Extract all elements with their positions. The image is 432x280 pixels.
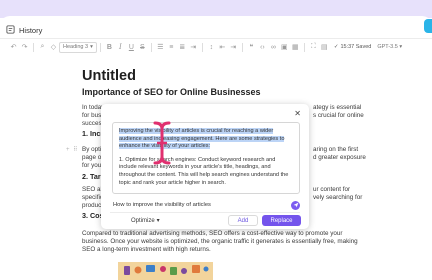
indent-more-icon[interactable]: ⇥	[228, 41, 239, 53]
bullet-list-icon[interactable]: ☰	[155, 41, 166, 53]
intro-line-right[interactable]: s crucial for online	[313, 112, 364, 120]
undo-icon[interactable]: ↶	[8, 41, 19, 53]
chevron-down-icon: ▾	[156, 218, 160, 224]
send-button[interactable]	[291, 200, 300, 210]
replace-button[interactable]: Replace	[262, 215, 301, 226]
toolbar-divider	[303, 42, 305, 52]
close-icon[interactable]: ✕	[294, 109, 301, 118]
prompt-row: How to improve the visibility of article…	[110, 200, 300, 210]
ai-result-preview[interactable]: Improving the visibility of articles is …	[112, 122, 300, 194]
format-painter-icon[interactable]: ⌕	[37, 41, 48, 53]
toolbar-divider	[150, 42, 152, 52]
result-body: 1. Optimize for search engines: Conduct …	[119, 156, 289, 186]
toolbar-divider	[99, 42, 101, 52]
outdent-icon[interactable]: ⇤	[217, 41, 228, 53]
toolbar-divider	[33, 42, 34, 52]
history-button[interactable]: History	[6, 24, 42, 36]
save-status: ✓ 15:37 Saved	[334, 44, 372, 50]
intro-line-right[interactable]: ategy is essential	[313, 104, 361, 112]
bold-icon[interactable]: B	[104, 41, 115, 53]
doc-title[interactable]: Untitled	[82, 68, 136, 84]
header-divider	[0, 38, 432, 39]
redo-icon[interactable]: ↷	[19, 41, 30, 53]
strikethrough-icon[interactable]: S	[137, 41, 148, 53]
image-icon[interactable]: ▣	[279, 41, 290, 53]
paragraph-line-right[interactable]: ur content for	[313, 186, 350, 194]
indent-icon[interactable]: ⇥	[188, 41, 199, 53]
doc-subtitle[interactable]: Importance of SEO for Online Businesses	[82, 87, 261, 97]
paragraph-line-right[interactable]: d greater exposure	[313, 154, 366, 162]
history-icon	[6, 24, 15, 36]
heading-select[interactable]: Heading 3 ▾	[59, 41, 97, 53]
send-icon	[293, 202, 298, 208]
prompt-divider	[110, 212, 300, 213]
model-select[interactable]: GPT-3.5 ▾	[377, 44, 402, 50]
paragraph-line[interactable]: Compared to traditional advertising meth…	[82, 230, 343, 238]
saved-text: 15:37 Saved	[340, 44, 372, 50]
article-image[interactable]	[118, 262, 213, 280]
prompt-input[interactable]: How to improve the visibility of article…	[110, 202, 211, 208]
paragraph-line[interactable]: business. Once your website is optimized…	[82, 238, 358, 246]
avatar-badge[interactable]	[424, 19, 432, 33]
check-icon: ✓	[333, 44, 339, 50]
italic-icon[interactable]: I	[115, 41, 126, 53]
fullscreen-icon[interactable]: ⛶	[308, 41, 319, 53]
heading-select-value: Heading 3	[63, 44, 89, 50]
optimize-label: Optimize	[131, 217, 155, 224]
toolbar-divider	[201, 42, 203, 52]
editor-toolbar: ↶ ↷ ⌕ ◇ Heading 3 ▾ B I U S ☰ ≡ ≣ ⇥ ↕ ⇤ …	[8, 40, 428, 54]
ai-assist-popup: ✕ Improving the visibility of articles i…	[101, 104, 309, 229]
code-icon[interactable]: ‹›	[257, 41, 268, 53]
export-icon[interactable]: ▤	[319, 41, 330, 53]
link-icon[interactable]: ∞	[268, 41, 279, 53]
highlighted-text: Improving the visibility of articles is …	[119, 128, 285, 150]
add-button[interactable]: Add	[228, 215, 258, 226]
clear-format-icon[interactable]: ◇	[48, 41, 59, 53]
quote-icon[interactable]: ❝	[246, 41, 257, 53]
chevron-down-icon: ▾	[399, 44, 403, 50]
paragraph-line[interactable]: SEO a long-term investment with high ret…	[82, 246, 211, 254]
numbered-list-icon[interactable]: ≡	[166, 41, 177, 53]
chevron-down-icon: ▾	[90, 44, 93, 50]
line-height-icon[interactable]: ↕	[206, 41, 217, 53]
history-label: History	[19, 25, 43, 35]
underline-icon[interactable]: U	[126, 41, 137, 53]
toolbar-divider	[241, 42, 243, 52]
align-icon[interactable]: ≣	[177, 41, 188, 53]
model-label: GPT-3.5	[377, 44, 398, 50]
text-cursor-icon	[153, 121, 171, 165]
optimize-dropdown[interactable]: Optimize ▾	[131, 217, 160, 225]
block-drag-handle[interactable]: + ⠿	[66, 146, 79, 153]
paragraph-line-right[interactable]: aring on the first	[313, 146, 358, 154]
paragraph-line-right[interactable]: vely searching for	[313, 194, 362, 202]
table-icon[interactable]: ▦	[290, 41, 301, 53]
